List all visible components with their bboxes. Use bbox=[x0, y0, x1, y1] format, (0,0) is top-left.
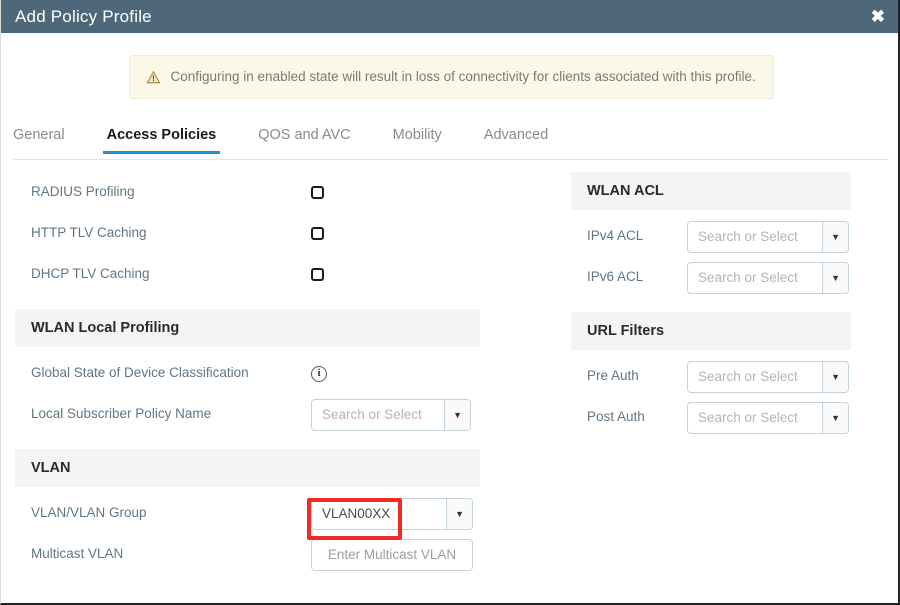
chevron-down-icon[interactable]: ▼ bbox=[444, 399, 470, 430]
row-ipv4-acl: IPv4 ACL Search or Select ▼ bbox=[571, 216, 851, 257]
row-post-auth: Post Auth Search or Select ▼ bbox=[571, 397, 851, 438]
dhcp-tlv-caching-label: DHCP TLV Caching bbox=[31, 266, 150, 282]
local-subscriber-policy-name-value[interactable]: Search or Select bbox=[312, 400, 444, 430]
vlan-group-label: VLAN/VLAN Group bbox=[31, 505, 147, 521]
ipv4-acl-value[interactable]: Search or Select bbox=[688, 222, 822, 252]
row-http-tlv-caching: HTTP TLV Caching bbox=[15, 213, 480, 254]
warning-text: Configuring in enabled state will result… bbox=[170, 68, 756, 84]
pre-auth-select[interactable]: Search or Select ▼ bbox=[687, 360, 849, 393]
ipv6-acl-value[interactable]: Search or Select bbox=[688, 263, 822, 293]
chevron-down-icon[interactable]: ▼ bbox=[822, 361, 848, 392]
radius-profiling-checkbox[interactable] bbox=[311, 186, 324, 199]
vlan-group-value[interactable]: VLAN00XX bbox=[312, 499, 446, 529]
row-vlan-group: VLAN/VLAN Group VLAN00XX ▼ bbox=[15, 493, 480, 534]
pre-auth-label: Pre Auth bbox=[587, 368, 639, 384]
local-subscriber-policy-name-select[interactable]: Search or Select ▼ bbox=[311, 398, 471, 431]
info-circle-icon[interactable]: i bbox=[311, 365, 327, 382]
ipv4-acl-label: IPv4 ACL bbox=[587, 228, 644, 244]
row-radius-profiling: RADIUS Profiling bbox=[15, 172, 480, 213]
add-policy-profile-dialog: Add Policy Profile ✖ Configuring in enab… bbox=[0, 0, 900, 605]
tab-qos-and-avc[interactable]: QOS and AVC bbox=[258, 125, 350, 153]
warning-banner-area: Configuring in enabled state will result… bbox=[1, 33, 898, 121]
vlan-group-select[interactable]: VLAN00XX ▼ bbox=[311, 497, 473, 530]
chevron-down-icon[interactable]: ▼ bbox=[822, 402, 848, 433]
multicast-vlan-label: Multicast VLAN bbox=[31, 546, 124, 562]
local-subscriber-policy-name-label: Local Subscriber Policy Name bbox=[31, 406, 212, 422]
row-global-state-device-classification: Global State of Device Classification i bbox=[15, 353, 480, 394]
dialog-titlebar: Add Policy Profile ✖ bbox=[1, 0, 898, 33]
tab-mobility[interactable]: Mobility bbox=[393, 125, 442, 153]
tab-general[interactable]: General bbox=[13, 125, 65, 153]
section-wlan-acl: WLAN ACL bbox=[571, 172, 851, 210]
dhcp-tlv-caching-checkbox[interactable] bbox=[311, 268, 324, 281]
warning-triangle-icon bbox=[146, 70, 161, 84]
row-local-subscriber-policy-name: Local Subscriber Policy Name Search or S… bbox=[15, 394, 480, 435]
warning-banner: Configuring in enabled state will result… bbox=[128, 54, 774, 100]
row-ipv6-acl: IPv6 ACL Search or Select ▼ bbox=[571, 257, 851, 298]
multicast-vlan-input[interactable]: Enter Multicast VLAN bbox=[311, 538, 473, 571]
row-multicast-vlan: Multicast VLAN Enter Multicast VLAN bbox=[15, 534, 480, 575]
post-auth-label: Post Auth bbox=[587, 409, 645, 425]
post-auth-value[interactable]: Search or Select bbox=[688, 403, 822, 433]
global-state-device-classification-label: Global State of Device Classification bbox=[31, 365, 249, 381]
left-column: RADIUS Profiling HTTP TLV Caching DHCP T… bbox=[15, 172, 480, 575]
ipv6-acl-select[interactable]: Search or Select ▼ bbox=[687, 261, 849, 294]
row-pre-auth: Pre Auth Search or Select ▼ bbox=[571, 356, 851, 397]
ipv6-acl-label: IPv6 ACL bbox=[587, 269, 644, 285]
tab-bar: General Access Policies QOS and AVC Mobi… bbox=[13, 125, 889, 160]
http-tlv-caching-checkbox[interactable] bbox=[311, 227, 324, 240]
section-url-filters: URL Filters bbox=[571, 312, 851, 350]
section-wlan-local-profiling: WLAN Local Profiling bbox=[15, 309, 480, 347]
tab-access-policies[interactable]: Access Policies bbox=[102, 125, 220, 154]
pre-auth-value[interactable]: Search or Select bbox=[688, 362, 822, 392]
http-tlv-caching-label: HTTP TLV Caching bbox=[31, 225, 147, 241]
chevron-down-icon[interactable]: ▼ bbox=[822, 221, 848, 252]
post-auth-select[interactable]: Search or Select ▼ bbox=[687, 401, 849, 434]
chevron-down-icon[interactable]: ▼ bbox=[822, 262, 848, 293]
radius-profiling-label: RADIUS Profiling bbox=[31, 184, 135, 200]
tab-advanced[interactable]: Advanced bbox=[484, 125, 549, 153]
chevron-down-icon[interactable]: ▼ bbox=[446, 498, 472, 529]
right-column: WLAN ACL IPv4 ACL Search or Select ▼ IPv… bbox=[571, 172, 851, 438]
section-vlan: VLAN bbox=[15, 449, 480, 487]
row-dhcp-tlv-caching: DHCP TLV Caching bbox=[15, 254, 480, 295]
dialog-title: Add Policy Profile bbox=[15, 6, 152, 26]
close-icon[interactable]: ✖ bbox=[867, 6, 889, 27]
ipv4-acl-select[interactable]: Search or Select ▼ bbox=[687, 220, 849, 253]
